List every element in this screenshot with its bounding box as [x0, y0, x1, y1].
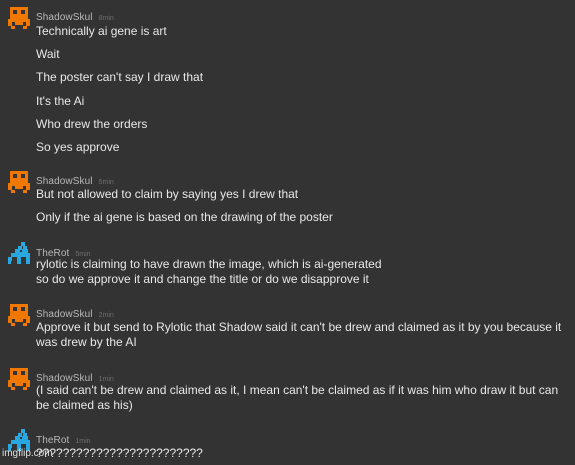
- message-group: ShadowSkul 5min But not allowed to claim …: [0, 170, 575, 230]
- chat-log: ShadowSkul 8min Technically ai gene is ar…: [0, 0, 575, 465]
- timestamp: 2min: [98, 312, 114, 319]
- message-text: The poster can't say I draw that: [36, 70, 204, 84]
- message-header: ShadowSkul 8min: [36, 7, 114, 23]
- message-text: Approve it but send to Rylotic that Shad…: [36, 320, 562, 349]
- username[interactable]: ShadowSkul: [36, 12, 93, 23]
- orange-skull-icon[interactable]: [8, 368, 30, 390]
- message-text: so do we approve it and change the title…: [36, 272, 369, 286]
- message-text: So yes approve: [36, 140, 120, 154]
- message-text: It's the Ai: [36, 94, 85, 108]
- message-text: Who drew the orders: [36, 117, 148, 131]
- message-group: TheRot 5min rylotic is claiming to have d…: [0, 242, 575, 292]
- message-text: Only if the ai gene is based on the draw…: [36, 210, 333, 224]
- timestamp: 1min: [98, 376, 114, 383]
- blue-creature-icon[interactable]: [8, 242, 30, 264]
- message-group: ShadowSkul 8min Technically ai gene is ar…: [0, 6, 575, 156]
- orange-skull-icon[interactable]: [8, 304, 30, 326]
- message-header: ShadowSkul 2min: [36, 304, 114, 320]
- message-text: (I said can't be drew and claimed as it,…: [36, 383, 559, 412]
- message-text: Wait: [36, 47, 60, 61]
- message-header: ShadowSkul 1min: [36, 368, 114, 384]
- imgflip-watermark: imgflip.com: [2, 448, 53, 459]
- message-group: TheRot 1min ?????????????????????????: [0, 429, 575, 465]
- username[interactable]: ShadowSkul: [36, 176, 93, 187]
- message-text: rylotic is claiming to have drawn the im…: [36, 257, 382, 271]
- orange-skull-icon[interactable]: [8, 7, 30, 29]
- message-header: ShadowSkul 5min: [36, 171, 114, 187]
- message-text: ?????????????????????????: [36, 446, 203, 460]
- timestamp: 8min: [98, 15, 114, 22]
- timestamp: 5min: [98, 179, 114, 186]
- username[interactable]: ShadowSkul: [36, 309, 93, 320]
- username[interactable]: TheRot: [36, 435, 69, 446]
- timestamp: 1min: [75, 438, 91, 445]
- message-header: TheRot 1min: [36, 430, 91, 446]
- message-text: Technically ai gene is art: [36, 24, 167, 38]
- message-group: ShadowSkul 1min (I said can't be drew and…: [0, 367, 575, 417]
- message-header: TheRot 5min: [36, 243, 91, 259]
- message-text: But not allowed to claim by saying yes I…: [36, 187, 299, 201]
- orange-skull-icon[interactable]: [8, 171, 30, 193]
- message-group: ShadowSkul 2min Approve it but send to Ry…: [0, 303, 575, 353]
